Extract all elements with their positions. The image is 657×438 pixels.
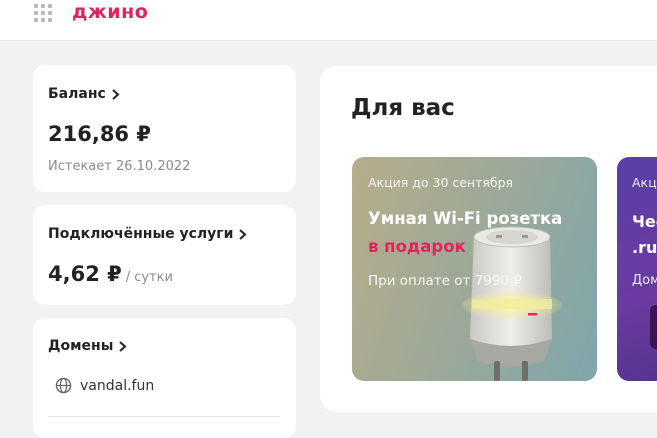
domain-item[interactable]: vandal.fun [55,377,154,394]
promo-card-second[interactable]: Акц Чес .ru Дом [617,157,657,381]
for-you-section: Для вас Акция до 30 сентября Умная Wi-Fi… [320,66,657,412]
services-link[interactable]: Подключённые услуги [48,226,247,242]
section-title: Для вас [351,95,455,121]
domains-card: Домены vandal.fun [33,318,296,438]
services-period: / сутки [125,270,173,285]
smart-socket-image [462,226,562,381]
promo-note: При оплате от 7990 ₽ [368,273,522,289]
balance-link[interactable]: Баланс [48,86,120,102]
promo-eyebrow: Акция до 30 сентября [368,175,514,190]
globe-icon [55,377,72,394]
domains-title: Домены [48,338,114,354]
promo-headline-line2: .ru [632,238,657,257]
promo-button[interactable] [650,305,657,349]
chevron-right-icon [239,228,247,240]
balance-title: Баланс [48,86,106,102]
domains-link[interactable]: Домены [48,338,127,354]
promo-eyebrow: Акц [632,175,657,190]
promo-headline: Чес .ru [632,209,657,261]
domain-name: vandal.fun [80,377,155,394]
promo-note: Дом [632,273,657,288]
divider [48,416,280,417]
balance-expiry: Истекает 26.10.2022 [48,159,191,174]
services-title: Подключённые услуги [48,226,234,242]
promo-headline-line1: Чес [632,212,657,231]
chevron-right-icon [112,88,120,100]
promo-card-socket[interactable]: Акция до 30 сентября Умная Wi-Fi розетка [352,157,597,381]
top-bar: джино [0,0,657,41]
services-card: Подключённые услуги 4,62 ₽ / сутки [33,205,296,305]
apps-grid-icon[interactable] [34,4,54,24]
services-amount: 4,62 ₽ [48,262,122,286]
promo-headline-accent: в подарок [368,237,466,256]
services-amount-row: 4,62 ₽ / сутки [48,262,173,286]
logo[interactable]: джино [72,1,148,23]
balance-card: Баланс 216,86 ₽ Истекает 26.10.2022 [33,65,296,192]
chevron-right-icon [119,340,127,352]
balance-amount: 216,86 ₽ [48,122,151,146]
